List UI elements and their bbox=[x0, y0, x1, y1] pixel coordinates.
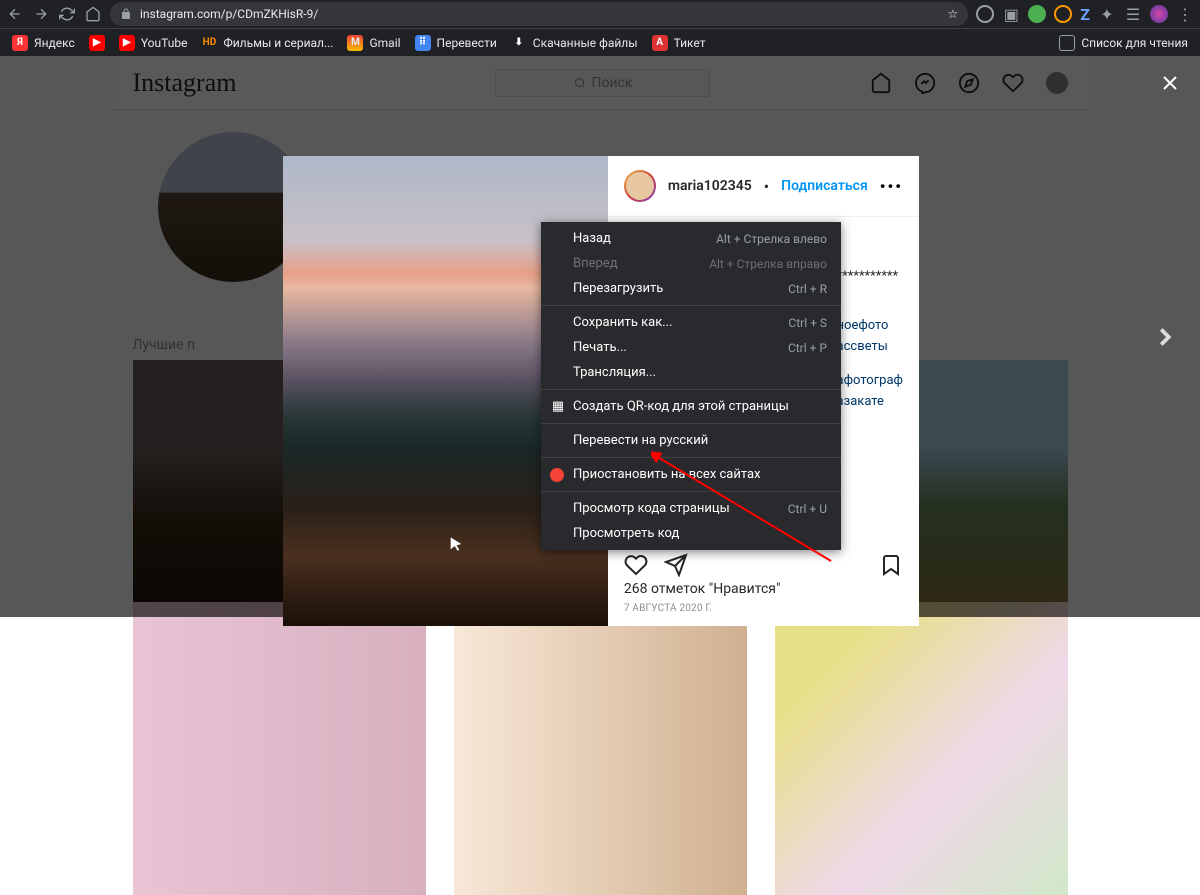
ext-icon-4[interactable] bbox=[1054, 5, 1072, 23]
forward-icon[interactable] bbox=[32, 5, 50, 23]
ctx-qr-code[interactable]: ▦Создать QR-код для этой страницы bbox=[541, 394, 841, 419]
bookmark-translate[interactable]: ⠿Перевести bbox=[415, 35, 497, 51]
ext-icon-3[interactable] bbox=[1028, 5, 1046, 23]
qr-icon: ▦ bbox=[550, 399, 566, 415]
profile-avatar-icon[interactable] bbox=[1150, 5, 1168, 23]
address-bar[interactable]: instagram.com/p/CDmZKHisR-9/ ☆ bbox=[110, 2, 968, 26]
ctx-print[interactable]: Печать...Ctrl + P bbox=[541, 335, 841, 360]
post-more-icon[interactable]: ••• bbox=[880, 177, 903, 196]
post-thumbnail[interactable] bbox=[454, 602, 747, 895]
ext-icon-z[interactable]: Z bbox=[1080, 5, 1090, 24]
like-icon[interactable] bbox=[624, 553, 648, 577]
bookmark-youtube-icon[interactable]: ▶ bbox=[89, 35, 105, 51]
ext-icon-2[interactable]: ▣ bbox=[1002, 5, 1020, 23]
lock-icon bbox=[120, 8, 132, 20]
extensions-icon[interactable]: ✦ bbox=[1098, 5, 1116, 23]
post-date: 7 АВГУСТА 2020 Г. bbox=[608, 603, 919, 626]
menu-icon[interactable]: ⋮ bbox=[1176, 5, 1194, 23]
bookmark-star-icon[interactable]: ☆ bbox=[948, 7, 959, 21]
post-header: maria102345 • Подписаться ••• bbox=[608, 156, 919, 217]
bookmark-gmail[interactable]: MGmail bbox=[347, 35, 400, 51]
context-menu: НазадAlt + Стрелка влево ВпередAlt + Стр… bbox=[541, 222, 841, 550]
post-thumbnail[interactable] bbox=[775, 602, 1068, 895]
ctx-cast[interactable]: Трансляция... bbox=[541, 360, 841, 385]
cursor-icon bbox=[448, 536, 464, 552]
bookmarks-bar: ЯЯндекс ▶ ▶YouTube HDФильмы и сериал... … bbox=[0, 28, 1200, 56]
ctx-pause-adblock[interactable]: Приостановить на всех сайтах bbox=[541, 462, 841, 487]
ctx-view-source[interactable]: Просмотр кода страницыCtrl + U bbox=[541, 496, 841, 521]
post-author-avatar[interactable] bbox=[624, 170, 656, 202]
subscribe-button[interactable]: Подписаться bbox=[781, 178, 868, 194]
bookmark-youtube[interactable]: ▶YouTube bbox=[119, 35, 188, 51]
reload-icon[interactable] bbox=[58, 5, 76, 23]
post-username[interactable]: maria102345 bbox=[668, 178, 752, 194]
ext-icon-1[interactable] bbox=[976, 5, 994, 23]
extension-icons: ▣ Z ✦ ☰ ⋮ bbox=[976, 5, 1194, 24]
bookmark-ticket[interactable]: AТикет bbox=[652, 35, 706, 51]
next-post-arrow[interactable] bbox=[1150, 322, 1180, 352]
ctx-reload[interactable]: ПерезагрузитьCtrl + R bbox=[541, 276, 841, 301]
ctx-save-as[interactable]: Сохранить как...Ctrl + S bbox=[541, 310, 841, 335]
share-icon[interactable] bbox=[664, 553, 688, 577]
url-text: instagram.com/p/CDmZKHisR-9/ bbox=[140, 7, 318, 21]
back-icon[interactable] bbox=[6, 5, 24, 23]
reading-list-icon[interactable]: ☰ bbox=[1124, 5, 1142, 23]
ctx-inspect[interactable]: Просмотреть код bbox=[541, 521, 841, 546]
bookmark-icon[interactable] bbox=[879, 553, 903, 577]
post-actions bbox=[608, 545, 919, 581]
ctx-translate[interactable]: Перевести на русский bbox=[541, 428, 841, 453]
likes-count[interactable]: 268 отметок "Нравится" bbox=[608, 581, 919, 603]
bookmark-films[interactable]: HDФильмы и сериал... bbox=[201, 35, 333, 51]
browser-chrome: instagram.com/p/CDmZKHisR-9/ ☆ ▣ Z ✦ ☰ ⋮… bbox=[0, 0, 1200, 56]
adblock-icon bbox=[550, 468, 564, 482]
home-icon[interactable] bbox=[84, 5, 102, 23]
page-content: Instagram Поиск Лучшие п bbox=[0, 56, 1200, 617]
post-thumbnail[interactable] bbox=[133, 602, 426, 895]
browser-toolbar: instagram.com/p/CDmZKHisR-9/ ☆ ▣ Z ✦ ☰ ⋮ bbox=[0, 0, 1200, 28]
bookmark-yandex[interactable]: ЯЯндекс bbox=[12, 35, 75, 51]
bookmark-reading-list[interactable]: Список для чтения bbox=[1059, 35, 1188, 51]
close-modal-icon[interactable] bbox=[1158, 71, 1182, 99]
ctx-back[interactable]: НазадAlt + Стрелка влево bbox=[541, 226, 841, 251]
bookmark-downloads[interactable]: ⬇Скачанные файлы bbox=[511, 35, 638, 51]
ctx-forward: ВпередAlt + Стрелка вправо bbox=[541, 251, 841, 276]
